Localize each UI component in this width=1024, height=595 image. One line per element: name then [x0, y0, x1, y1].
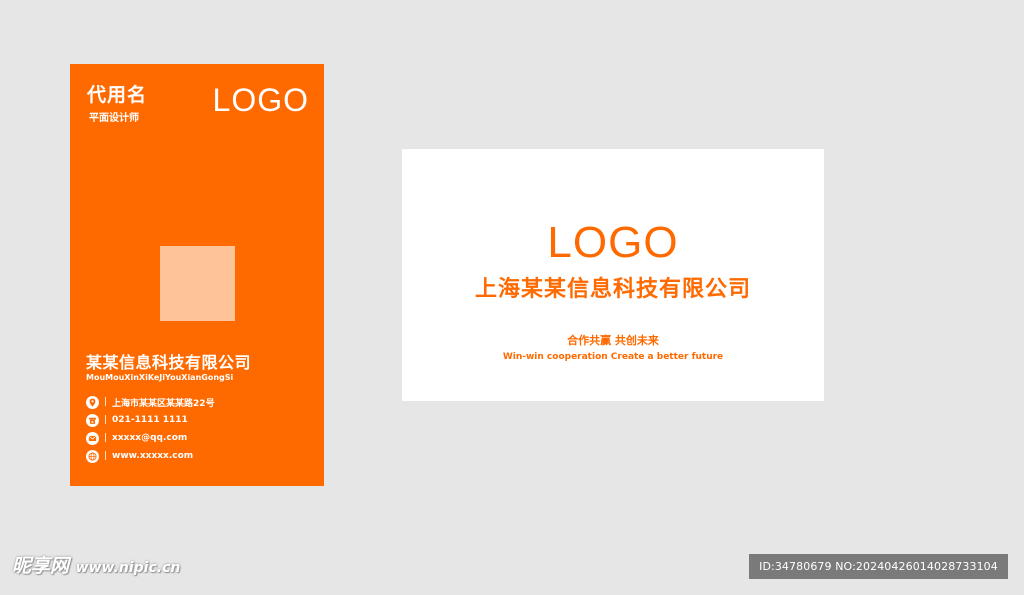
contact-separator: | — [104, 451, 108, 461]
person-name: 代用名 — [87, 84, 148, 106]
contact-address: 上海市某某区某某路22号 — [112, 398, 215, 409]
contact-website: www.xxxxx.com — [112, 451, 194, 461]
front-logo: LOGO — [212, 82, 309, 118]
mail-icon — [86, 431, 99, 445]
watermark-site-url: www.nipic.cn — [75, 560, 181, 576]
contact-address-row: | 上海市某某区某某路22号 — [86, 395, 215, 409]
slogan-chinese: 合作共赢 共创未来 — [567, 334, 659, 347]
contact-separator: | — [104, 415, 108, 425]
slogan-english: Win-win cooperation Create a better futu… — [502, 352, 724, 362]
job-title: 平面设计师 — [89, 113, 139, 124]
contact-phone: 021-1111 1111 — [112, 415, 188, 425]
business-card-back: LOGO 上海某某信息科技有限公司 合作共赢 共创未来 Win-win coop… — [402, 149, 824, 401]
front-company-name: 某某信息科技有限公司 — [86, 353, 252, 372]
business-card-front: 代用名 平面设计师 LOGO 某某信息科技有限公司 MouMouXinXiKeJ… — [70, 64, 324, 486]
contact-separator: | — [104, 433, 108, 443]
contact-separator: | — [104, 397, 108, 407]
location-pin-icon — [86, 395, 99, 409]
contact-email-row: | xxxxx@qq.com — [86, 431, 187, 445]
site-watermark: 昵享网 www.nipic.cn — [12, 557, 180, 576]
photo-placeholder — [160, 246, 235, 321]
back-company-name: 上海某某信息科技有限公司 — [474, 277, 751, 302]
contact-email: xxxxx@qq.com — [112, 433, 188, 443]
back-logo: LOGO — [547, 218, 679, 267]
image-id-watermark: ID:34780679 NO:20240426014028733104 — [749, 554, 1008, 579]
phone-icon — [86, 413, 99, 427]
watermark-site-name: 昵享网 — [12, 555, 70, 577]
front-company-pinyin: MouMouXinXiKeJiYouXianGongSi — [86, 373, 234, 382]
contact-phone-row: | 021-1111 1111 — [86, 413, 188, 427]
contact-website-row: | www.xxxxx.com — [86, 449, 193, 463]
globe-icon — [86, 449, 99, 463]
